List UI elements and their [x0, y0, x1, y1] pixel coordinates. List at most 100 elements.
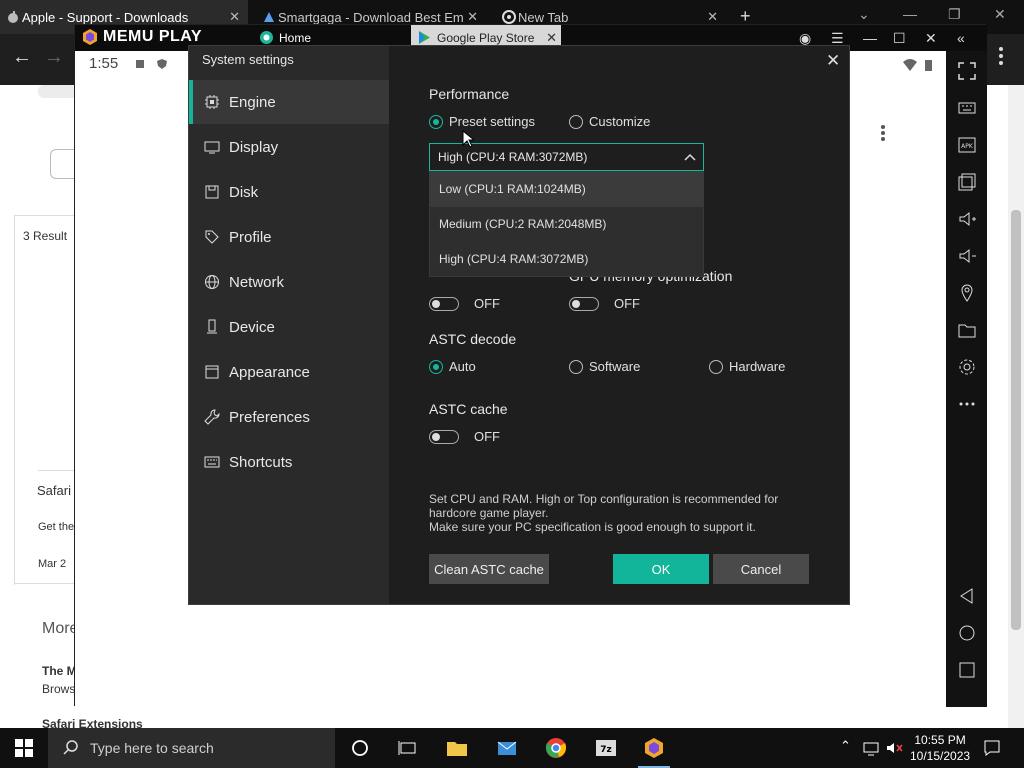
close-window-icon[interactable]: ✕: [994, 6, 1006, 23]
safari-title[interactable]: Safari: [37, 483, 71, 498]
settings-gear-icon[interactable]: [957, 357, 977, 377]
multi-instance-icon[interactable]: [957, 172, 977, 192]
scrollbar-thumb[interactable]: [1011, 210, 1021, 630]
task-view-icon[interactable]: [397, 737, 419, 759]
close-tab-icon[interactable]: ✕: [467, 9, 478, 25]
clean-astc-cache-button[interactable]: Clean ASTC cache: [429, 554, 549, 584]
clock-time: 10:55 PM: [914, 733, 966, 747]
tag-icon: [205, 230, 219, 244]
network-icon[interactable]: [862, 739, 880, 757]
settings-menu-display[interactable]: Display: [189, 125, 389, 169]
wrench-icon: [204, 409, 220, 425]
back-triangle-icon[interactable]: [957, 586, 977, 606]
toggle-switch[interactable]: [429, 429, 459, 444]
dropdown-option-high[interactable]: High (CPU:4 RAM:3072MB): [430, 242, 703, 277]
cortana-icon[interactable]: [349, 737, 371, 759]
app-kebab-icon[interactable]: [880, 125, 886, 141]
system-clock[interactable]: 10:55 PM 10/15/2023: [910, 732, 970, 764]
astc-hardware-radio[interactable]: Hardware: [709, 359, 785, 374]
file-explorer-icon[interactable]: [446, 737, 468, 759]
location-icon[interactable]: [957, 283, 977, 303]
astc-auto-radio[interactable]: Auto: [429, 359, 476, 374]
hint-line: Make sure your PC specification is good …: [429, 520, 756, 534]
settings-menu-appearance[interactable]: Appearance: [189, 350, 389, 394]
maximize-icon[interactable]: ☐: [893, 30, 906, 47]
settings-menu-preferences[interactable]: Preferences: [189, 395, 389, 439]
volume-up-icon[interactable]: [957, 209, 977, 229]
minimize-icon[interactable]: —: [903, 6, 917, 22]
gpu-opt-toggle[interactable]: OFF: [569, 296, 640, 311]
browser-tab-title: New Tab: [518, 9, 569, 25]
smartgaga-icon: [264, 12, 274, 22]
more-item-desc: Brows: [42, 682, 76, 696]
root-mode-toggle[interactable]: OFF: [429, 296, 500, 311]
collapse-sidebar-icon[interactable]: «: [957, 30, 965, 46]
chevron-up-icon[interactable]: ⌃: [840, 738, 851, 754]
restore-icon[interactable]: ❐: [948, 6, 961, 23]
settings-menu-device[interactable]: Device: [189, 305, 389, 349]
settings-menu-shortcuts[interactable]: Shortcuts: [189, 440, 389, 484]
globe-icon: [205, 275, 219, 289]
forward-arrow-icon[interactable]: →: [44, 46, 64, 69]
kebab-menu-icon[interactable]: [994, 45, 1008, 67]
keyboard-icon[interactable]: [957, 98, 977, 118]
minimize-icon[interactable]: —: [863, 30, 877, 46]
settings-menu-engine[interactable]: Engine: [189, 80, 389, 124]
close-tab-icon[interactable]: ✕: [707, 9, 718, 25]
browser-tab-title: Apple - Support - Downloads: [22, 9, 189, 25]
toggle-switch[interactable]: [569, 296, 599, 311]
mouse-cursor-icon: [462, 130, 474, 148]
fullscreen-icon[interactable]: [957, 61, 977, 81]
radio-label: Customize: [589, 114, 651, 129]
chrome-icon: [502, 10, 516, 24]
recents-square-icon[interactable]: [957, 660, 977, 680]
hint-line: hardcore game player.: [429, 506, 549, 520]
astc-software-radio[interactable]: Software: [569, 359, 640, 374]
dropdown-option-low[interactable]: Low (CPU:1 RAM:1024MB): [430, 172, 703, 207]
back-arrow-icon[interactable]: ←: [12, 46, 32, 69]
cancel-button[interactable]: Cancel: [713, 554, 809, 584]
disk-icon: [205, 185, 219, 199]
chevron-up-icon: [684, 153, 696, 161]
customize-radio[interactable]: Customize: [569, 114, 650, 129]
memu-brand: MEMU PLAY: [103, 28, 203, 45]
toggle-switch[interactable]: [429, 296, 459, 311]
search-placeholder: Type here to search: [90, 740, 214, 756]
more-dots-icon[interactable]: [957, 394, 977, 414]
memu-taskbar-icon[interactable]: [643, 737, 665, 759]
settings-menu-label: Display: [229, 138, 279, 156]
hint-line: Set CPU and RAM. High or Top configurati…: [429, 492, 779, 506]
taskbar-search-box[interactable]: Type here to search: [48, 728, 335, 768]
safari-date: Mar 2: [38, 558, 67, 570]
radio-dot: [569, 114, 583, 129]
volume-muted-icon[interactable]: [885, 739, 903, 757]
tab-search-icon[interactable]: ⌄: [858, 6, 870, 23]
settings-menu-disk[interactable]: Disk: [189, 170, 389, 214]
page-button[interactable]: [38, 85, 78, 98]
home-circle-icon[interactable]: [957, 623, 977, 643]
toggle-state: OFF: [474, 296, 500, 311]
more-item-title[interactable]: The M: [42, 664, 77, 678]
volume-down-icon[interactable]: [957, 246, 977, 266]
mail-icon[interactable]: [496, 737, 518, 759]
close-icon[interactable]: ✕: [826, 51, 840, 71]
folder-icon[interactable]: [957, 320, 977, 340]
apk-icon[interactable]: APK: [957, 135, 977, 155]
windows-start-icon[interactable]: [14, 738, 34, 758]
settings-menu-label: Network: [229, 273, 285, 291]
android-clock: 1:55: [89, 55, 119, 72]
close-icon[interactable]: ✕: [925, 30, 937, 47]
close-tab-icon[interactable]: ✕: [546, 30, 557, 46]
memu-logo-icon: [83, 29, 97, 45]
divider: [14, 583, 74, 584]
notification-center-icon[interactable]: [983, 739, 1001, 757]
close-tab-icon[interactable]: ✕: [229, 9, 240, 25]
settings-menu-network[interactable]: Network: [189, 260, 389, 304]
ok-button[interactable]: OK: [613, 554, 709, 584]
settings-menu-profile[interactable]: Profile: [189, 215, 389, 259]
chrome-icon[interactable]: [545, 737, 567, 759]
7zip-icon[interactable]: 7z: [595, 737, 617, 759]
preset-settings-radio[interactable]: Preset settings: [429, 114, 535, 129]
astc-cache-toggle[interactable]: OFF: [429, 429, 500, 444]
dropdown-option-medium[interactable]: Medium (CPU:2 RAM:2048MB): [430, 207, 703, 242]
